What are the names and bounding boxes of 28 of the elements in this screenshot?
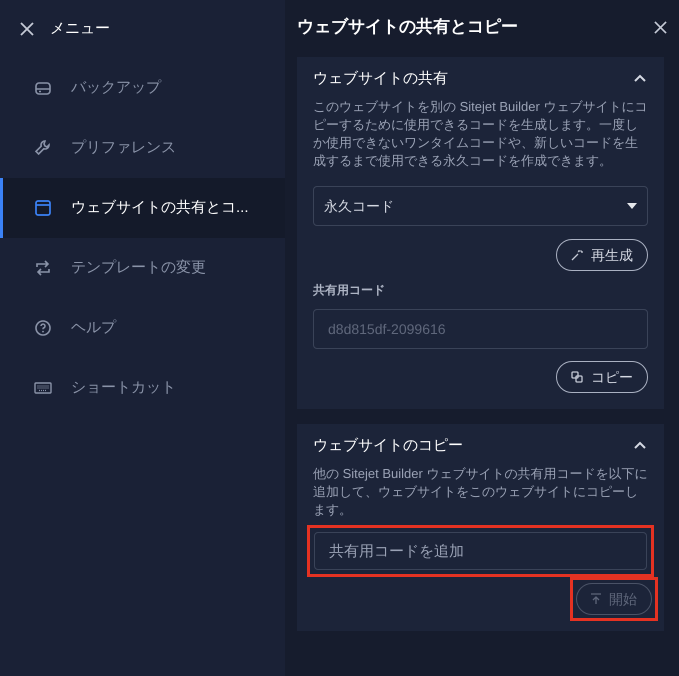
window-icon — [33, 198, 53, 218]
menu-item[interactable]: ヘルプ — [0, 298, 285, 358]
upload-icon — [591, 593, 601, 605]
section-title: ウェブサイトの共有 — [313, 68, 448, 89]
menu-item[interactable]: バックアップ — [0, 58, 285, 118]
magic-wand-icon — [571, 249, 583, 261]
share-code-input[interactable]: 共有用コードを追加 — [314, 532, 647, 570]
swap-arrows-icon — [33, 258, 53, 278]
copy-button[interactable]: コピー — [556, 361, 648, 393]
copy-icon — [571, 371, 583, 383]
regenerate-button[interactable]: 再生成 — [556, 239, 648, 271]
menu-item[interactable]: ショートカット — [0, 358, 285, 418]
close-icon[interactable] — [654, 20, 667, 34]
section-description: 他の Sitejet Builder ウェブサイトの共有用コードを以下に追加して、ウェブサイトをこのウェブサイトにコピーします。 — [313, 465, 648, 519]
code-type-dropdown[interactable]: 永久コード — [313, 186, 648, 226]
menu-item[interactable]: テンプレートの変更 — [0, 238, 285, 298]
close-icon[interactable] — [20, 22, 34, 36]
share-code-field[interactable]: d8d815df-2099616 — [313, 309, 648, 349]
wrench-icon — [33, 138, 53, 158]
sidebar-title: メニュー — [50, 18, 110, 39]
menu-item[interactable]: ウェブサイトの共有とコ... — [0, 178, 285, 238]
caret-icon — [627, 203, 637, 209]
section-description: このウェブサイトを別の Sitejet Builder ウェブサイトにコピーするために使用できるコードを生成します。一度しか使用できないワンタイムコードや、新しいコードを生成するまで使用できる永久コードを作成できます。 — [313, 98, 648, 170]
field-label: 共有用コード — [313, 282, 386, 299]
panel-title: ウェブサイトの共有とコピー — [297, 16, 518, 38]
section-title: ウェブサイトのコピー — [313, 436, 463, 456]
menu-item[interactable]: プリファレンス — [0, 118, 285, 178]
help-icon — [33, 318, 53, 338]
